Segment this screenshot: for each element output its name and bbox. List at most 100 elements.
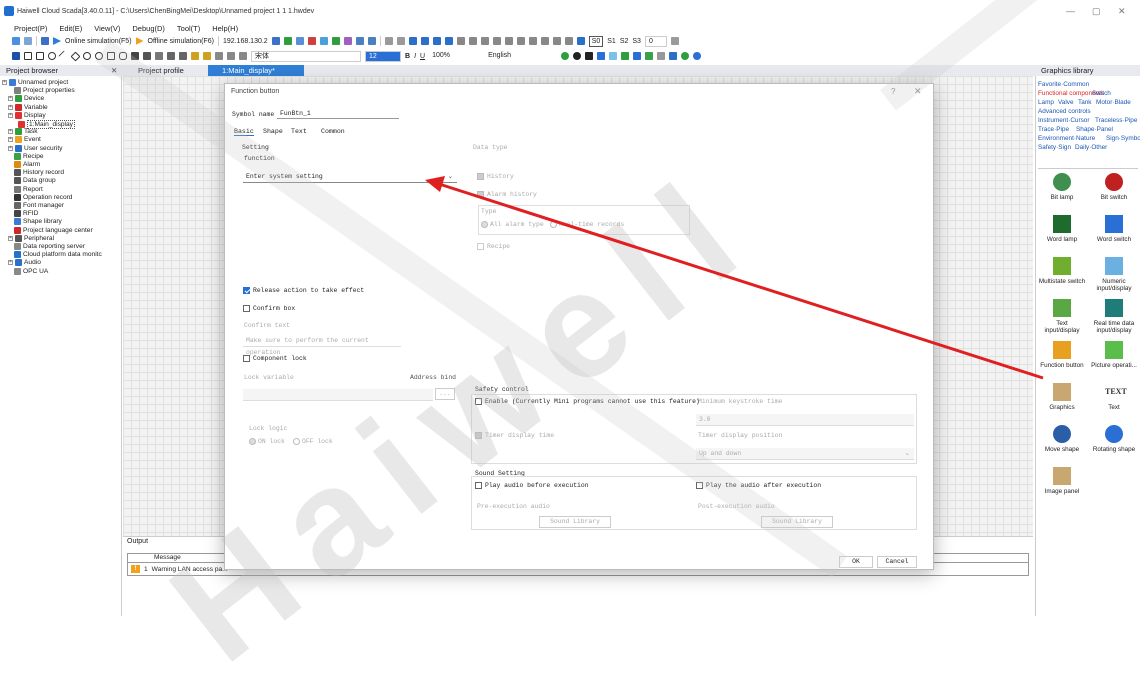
line-color-icon[interactable] <box>203 52 211 60</box>
component-item[interactable]: Bit switch <box>1090 173 1138 201</box>
link-icon[interactable] <box>669 52 678 60</box>
globe-icon[interactable] <box>681 52 690 60</box>
align-icon[interactable] <box>396 37 405 45</box>
tab-shape[interactable]: Shape <box>263 128 283 135</box>
expand-icon[interactable]: + <box>2 80 7 85</box>
screen-icon[interactable] <box>295 37 304 45</box>
expand-icon[interactable]: + <box>8 96 13 102</box>
dialog-close-button[interactable]: ✕ <box>914 86 922 97</box>
save-icon[interactable] <box>24 37 32 45</box>
same-width-icon[interactable] <box>468 37 477 45</box>
grid-icon[interactable] <box>384 37 393 45</box>
layer-icon[interactable] <box>504 37 513 45</box>
fill-color-icon[interactable] <box>191 52 199 60</box>
flip-icon[interactable] <box>552 37 561 45</box>
cancel-button[interactable]: Cancel <box>877 556 917 568</box>
online-simulation-button[interactable]: Online simulation(F5) <box>65 38 132 45</box>
state-spinner-icon[interactable] <box>670 37 679 45</box>
distribute-icon[interactable] <box>456 37 465 45</box>
tree-item[interactable]: RFID <box>14 210 38 218</box>
rectangle-icon[interactable] <box>36 52 44 60</box>
lock-icon[interactable] <box>540 37 549 45</box>
refresh-icon[interactable] <box>319 37 328 45</box>
underline-button[interactable]: U <box>420 53 425 60</box>
align-left-icon[interactable] <box>408 37 417 45</box>
settings-icon[interactable] <box>693 52 702 60</box>
tab-text[interactable]: Text <box>291 128 307 135</box>
lime-square-icon[interactable] <box>645 52 654 60</box>
expand-icon[interactable]: + <box>8 112 13 118</box>
polyline-icon[interactable] <box>107 52 115 60</box>
component-item[interactable]: Bit lamp <box>1038 173 1086 201</box>
component-item[interactable]: Text input/display <box>1038 299 1086 334</box>
component-item[interactable]: Function button <box>1038 341 1086 369</box>
confirm-box-checkbox[interactable]: Confirm box <box>243 305 295 312</box>
align-right-icon[interactable] <box>432 37 441 45</box>
italic-button[interactable]: I <box>414 53 416 60</box>
build-icon[interactable] <box>331 37 340 45</box>
expand-icon[interactable]: + <box>8 104 13 110</box>
pipe-tool-icon[interactable] <box>155 52 163 60</box>
paste-icon[interactable] <box>367 37 376 45</box>
compile-icon[interactable] <box>283 37 292 45</box>
component-item[interactable]: Word switch <box>1090 215 1138 243</box>
polygon-icon[interactable] <box>70 51 81 61</box>
expand-icon[interactable]: + <box>8 129 13 135</box>
function-select[interactable]: Enter system setting ⌄ <box>243 171 457 183</box>
expand-icon[interactable]: + <box>8 260 13 266</box>
state-s3-button[interactable]: S3 <box>632 38 641 45</box>
browse-button[interactable]: ... <box>435 388 455 400</box>
tree-item[interactable]: Data reporting server <box>14 243 85 250</box>
category-tab[interactable]: Instrument·Cursor <box>1038 117 1090 124</box>
add-icon[interactable] <box>12 37 20 45</box>
tree-item[interactable]: Recipe <box>14 152 44 160</box>
tree-item[interactable]: + Unnamed project <box>2 79 68 86</box>
category-tab[interactable]: Advanced controls <box>1038 108 1091 115</box>
download-icon[interactable] <box>41 37 49 45</box>
navy-square-icon[interactable] <box>633 52 642 60</box>
component-item[interactable]: Move shape <box>1038 425 1086 453</box>
tab-project-browser[interactable]: Project browser <box>6 66 58 75</box>
zoom-select[interactable]: 100% <box>429 50 482 62</box>
all-alarm-type-radio[interactable]: All alarm type <box>481 221 544 228</box>
arrow-style-icon[interactable] <box>239 52 247 60</box>
tree-item[interactable]: + Display <box>8 111 46 119</box>
menu-edit[interactable]: Edit(E) <box>59 24 82 33</box>
language-select[interactable]: English <box>485 50 558 62</box>
menu-project[interactable]: Project(P) <box>14 24 47 33</box>
lightblue-square-icon[interactable] <box>609 52 618 60</box>
min-keystroke-input[interactable]: 3.0 <box>696 414 914 426</box>
line-icon[interactable] <box>58 50 70 62</box>
component-item[interactable]: Numeric input/display <box>1090 257 1138 292</box>
alarm-history-checkbox[interactable]: Alarm history <box>477 191 537 198</box>
tree-item[interactable]: Report <box>14 185 43 193</box>
ellipse-icon[interactable] <box>48 52 56 60</box>
category-tab[interactable]: Favorite·Common <box>1038 81 1089 88</box>
stop-icon[interactable] <box>307 37 316 45</box>
align-top-icon[interactable] <box>444 37 453 45</box>
tree-item[interactable]: Project properties <box>14 87 75 95</box>
green-square-icon[interactable] <box>621 52 630 60</box>
tree-item[interactable]: Font manager <box>14 202 64 209</box>
component-item[interactable]: Picture operati... <box>1090 341 1138 369</box>
category-tab[interactable]: Switch <box>1092 90 1111 97</box>
black-square-icon[interactable] <box>585 52 594 60</box>
image-icon[interactable] <box>657 52 666 60</box>
state-s0-button[interactable]: S0 <box>588 35 604 47</box>
menu-help[interactable]: Help(H) <box>212 24 238 33</box>
line-width-icon[interactable] <box>215 52 223 60</box>
category-tab[interactable]: Shape·Panel <box>1076 126 1113 133</box>
category-tab[interactable]: Sign·Symbol <box>1106 135 1140 142</box>
expand-icon[interactable]: + <box>8 145 13 151</box>
state-icon[interactable] <box>576 37 585 45</box>
release-action-checkbox[interactable]: Release action to take effect <box>243 287 364 294</box>
rotate-icon[interactable] <box>564 37 573 45</box>
category-tab[interactable]: Traceless·Pipe <box>1095 117 1137 124</box>
font-size-select[interactable]: 12 <box>365 50 401 62</box>
tree-item[interactable]: Project language center <box>14 226 93 234</box>
menu-debug[interactable]: Debug(D) <box>132 24 165 33</box>
timer-position-select[interactable]: Up and down ⌄ <box>696 448 914 460</box>
component-item[interactable]: Real time data input/display <box>1090 299 1138 334</box>
expand-icon[interactable]: + <box>8 137 13 143</box>
rounded-rect-icon[interactable] <box>119 52 127 60</box>
